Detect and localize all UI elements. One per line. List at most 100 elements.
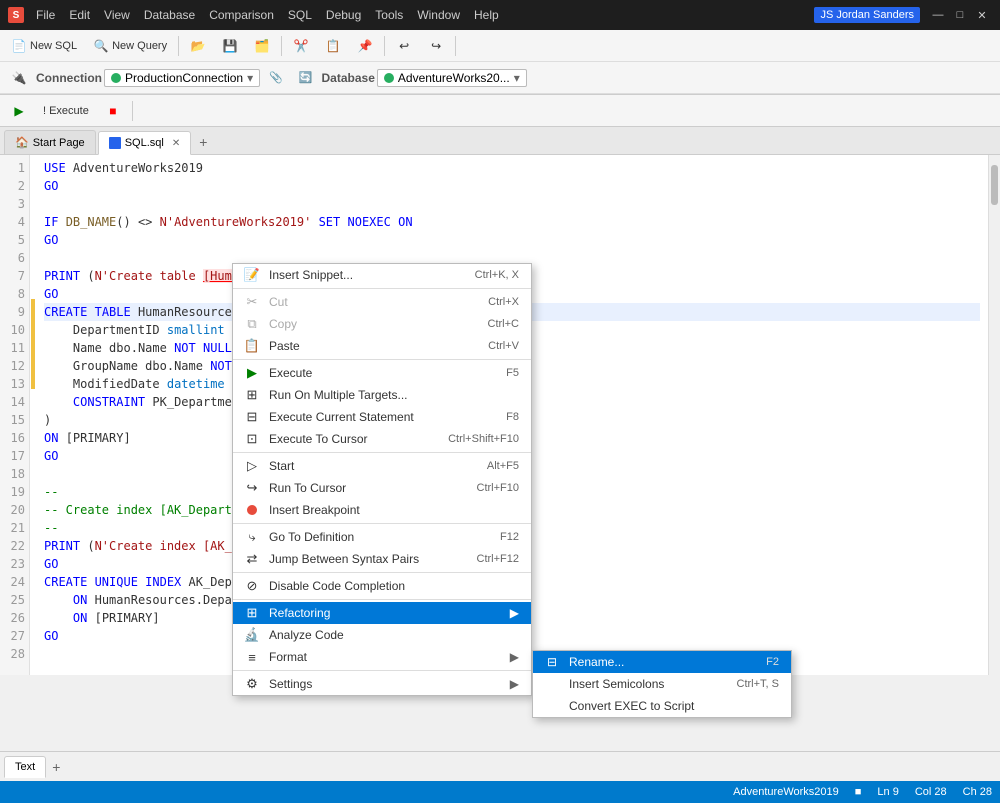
- ctx-paste[interactable]: 📋 Paste Ctrl+V: [233, 335, 531, 357]
- menu-edit[interactable]: Edit: [63, 6, 96, 24]
- completion-icon: ⊘: [243, 577, 261, 595]
- close-button[interactable]: ✕: [972, 5, 992, 25]
- paste-button[interactable]: 📌: [350, 35, 380, 57]
- database-select[interactable]: AdventureWorks20... ▾: [377, 69, 527, 87]
- connection-select[interactable]: ProductionConnection ▾: [104, 69, 260, 87]
- status-right: AdventureWorks2019 ■ Ln 9 Col 28 Ch 28: [733, 786, 992, 798]
- minimize-button[interactable]: —: [928, 5, 948, 25]
- ctx-insert-snippet[interactable]: 📝 Insert Snippet... Ctrl+K, X: [233, 264, 531, 286]
- ctx-cut[interactable]: ✂ Cut Ctrl+X: [233, 291, 531, 313]
- refresh-icon: 🔄: [299, 71, 313, 84]
- menu-window[interactable]: Window: [411, 6, 466, 24]
- copy-button[interactable]: 📋: [318, 35, 348, 57]
- ctx-run-multiple-label: Run On Multiple Targets...: [269, 388, 408, 402]
- save-button[interactable]: 💾: [215, 35, 245, 57]
- context-menu: 📝 Insert Snippet... Ctrl+K, X ✂ Cut Ctrl…: [232, 263, 532, 696]
- database-name: AdventureWorks20...: [398, 71, 510, 85]
- format-icon: ≡: [243, 648, 261, 666]
- toolbar-sep-2: [281, 36, 282, 56]
- new-query-button[interactable]: 🔍 New Query: [86, 35, 174, 57]
- menu-help[interactable]: Help: [468, 6, 505, 24]
- ctx-refactoring[interactable]: ⊞ Refactoring ▶: [233, 602, 531, 624]
- ctx-sep-6: [233, 599, 531, 600]
- menu-comparison[interactable]: Comparison: [203, 6, 280, 24]
- code-line-1: USE AdventureWorks2019: [44, 159, 980, 177]
- cut-button[interactable]: ✂️: [286, 35, 316, 57]
- ctx-exec-cursor[interactable]: ⊡ Execute To Cursor Ctrl+Shift+F10: [233, 428, 531, 450]
- start-page-label: Start Page: [33, 137, 85, 149]
- new-sql-label: New SQL: [30, 40, 77, 52]
- menu-database[interactable]: Database: [138, 6, 201, 24]
- tab-close-btn[interactable]: ✕: [172, 138, 180, 149]
- ctx-disable-completion[interactable]: ⊘ Disable Code Completion: [233, 575, 531, 597]
- ctx-execute[interactable]: ▶ Execute F5: [233, 362, 531, 384]
- connection-dropdown-arrow: ▾: [247, 71, 253, 85]
- status-encoding: ■: [855, 786, 862, 798]
- ctx-exec-current[interactable]: ⊟ Execute Current Statement F8: [233, 406, 531, 428]
- ctx-exec-current-shortcut: F8: [506, 411, 519, 423]
- ctx-settings[interactable]: ⚙ Settings ▶: [233, 673, 531, 695]
- home-icon: 🏠: [15, 136, 29, 149]
- ctx-copy-shortcut: Ctrl+C: [488, 318, 519, 330]
- stop-icon: ■: [105, 103, 121, 119]
- ctx-goto-def[interactable]: ⤷ Go To Definition F12: [233, 526, 531, 548]
- ctx-execute-shortcut: F5: [506, 367, 519, 379]
- ctx-insert-snippet-shortcut: Ctrl+K, X: [475, 269, 519, 281]
- new-query-icon: 🔍: [93, 38, 109, 54]
- status-col: Col 28: [915, 786, 947, 798]
- settings-ctx-icon: ⚙: [243, 675, 261, 693]
- menu-view[interactable]: View: [98, 6, 136, 24]
- save-all-button[interactable]: 🗂️: [247, 35, 277, 57]
- bottom-new-tab-btn[interactable]: +: [46, 757, 66, 777]
- vertical-scrollbar[interactable]: [988, 155, 1000, 675]
- tab-sql-file[interactable]: SQL.sql ✕: [98, 131, 192, 155]
- connection-label: Connection: [36, 71, 102, 85]
- ctx-sep-7: [233, 670, 531, 671]
- ctx-insert-breakpoint[interactable]: Insert Breakpoint: [233, 499, 531, 521]
- ctx-run-cursor-shortcut: Ctrl+F10: [477, 482, 520, 494]
- ctx-exec-cursor-label: Execute To Cursor: [269, 432, 368, 446]
- ctx-run-multiple[interactable]: ⊞ Run On Multiple Targets...: [233, 384, 531, 406]
- open-button[interactable]: 📂: [183, 35, 213, 57]
- new-tab-btn[interactable]: +: [193, 130, 213, 154]
- maximize-button[interactable]: □: [950, 5, 970, 25]
- connection-options-btn[interactable]: 📎: [262, 68, 290, 87]
- menu-tools[interactable]: Tools: [369, 6, 409, 24]
- menu-file[interactable]: File: [30, 6, 61, 24]
- ctx-copy[interactable]: ⧉ Copy Ctrl+C: [233, 313, 531, 335]
- ctx-jump-pairs[interactable]: ⇄ Jump Between Syntax Pairs Ctrl+F12: [233, 548, 531, 570]
- sub-rename[interactable]: ⊟ Rename... F2: [533, 651, 791, 673]
- new-sql-button[interactable]: 📄 New SQL: [4, 35, 84, 57]
- refresh-btn[interactable]: 🔄: [292, 68, 320, 87]
- ctx-format[interactable]: ≡ Format ▶: [233, 646, 531, 668]
- ctx-sep-3: [233, 452, 531, 453]
- stop-btn[interactable]: ■: [98, 100, 128, 122]
- menu-sql[interactable]: SQL: [282, 6, 318, 24]
- menu-debug[interactable]: Debug: [320, 6, 367, 24]
- ctx-start[interactable]: ▷ Start Alt+F5: [233, 455, 531, 477]
- execute-btn[interactable]: ! Execute: [36, 102, 96, 120]
- start-ctx-icon: ▷: [243, 457, 261, 475]
- refactoring-arrow: ▶: [510, 606, 519, 620]
- undo-icon: ↩: [396, 38, 412, 54]
- ctx-disable-completion-label: Disable Code Completion: [269, 579, 405, 593]
- run-btn[interactable]: ▶: [4, 100, 34, 122]
- sub-insert-semicolons[interactable]: Insert Semicolons Ctrl+T, S: [533, 673, 791, 695]
- tab-text[interactable]: Text: [4, 756, 46, 778]
- ctx-sep-2: [233, 359, 531, 360]
- breakpoint-icon: [243, 501, 261, 519]
- ctx-run-cursor[interactable]: ↪ Run To Cursor Ctrl+F10: [233, 477, 531, 499]
- save-all-icon: 🗂️: [254, 38, 270, 54]
- tab-start-page[interactable]: 🏠 Start Page: [4, 130, 96, 154]
- run-multiple-icon: ⊞: [243, 386, 261, 404]
- sub-convert-exec[interactable]: Convert EXEC to Script: [533, 695, 791, 717]
- paste-ctx-icon: 📋: [243, 337, 261, 355]
- window-controls: — □ ✕: [928, 5, 992, 25]
- ctx-analyze[interactable]: 🔬 Analyze Code: [233, 624, 531, 646]
- execute-ctx-icon: ▶: [243, 364, 261, 382]
- toolbar-sep-1: [178, 36, 179, 56]
- ctx-cut-label: Cut: [269, 295, 288, 309]
- redo-button[interactable]: ↪: [421, 35, 451, 57]
- undo-button[interactable]: ↩: [389, 35, 419, 57]
- ctx-settings-label: Settings: [269, 677, 312, 691]
